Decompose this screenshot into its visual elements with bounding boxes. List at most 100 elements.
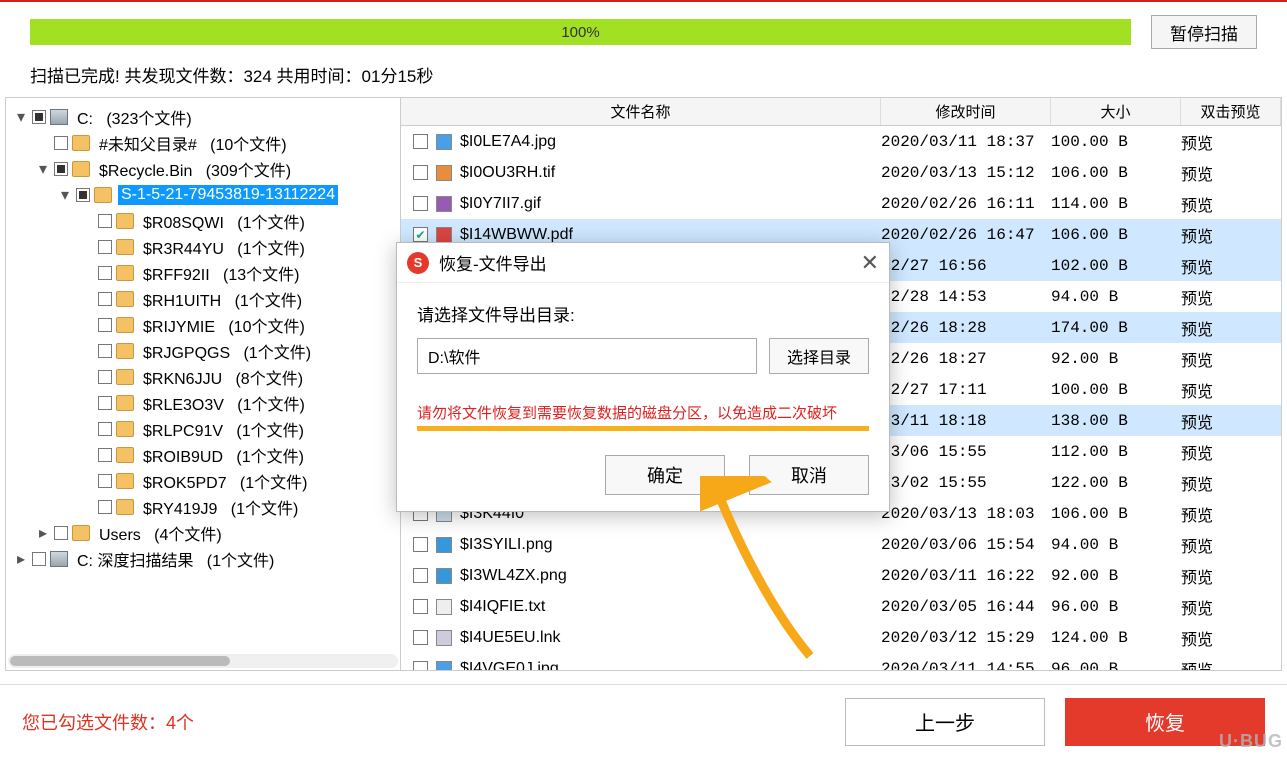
row-checkbox[interactable]: [413, 630, 428, 645]
preview-link[interactable]: 预览: [1181, 316, 1281, 340]
tree-checkbox[interactable]: [32, 110, 46, 124]
file-name: $I3SYILI.png: [460, 536, 553, 554]
tree-checkbox[interactable]: [98, 318, 112, 332]
tree-checkbox[interactable]: [54, 162, 68, 176]
preview-link[interactable]: 预览: [1181, 626, 1281, 650]
tree-checkbox[interactable]: [98, 266, 112, 280]
row-checkbox[interactable]: [413, 599, 428, 614]
preview-link[interactable]: 预览: [1181, 161, 1281, 185]
table-row[interactable]: $I4VGE0J.jpg2020/03/11 14:5596.00 B预览: [401, 653, 1281, 670]
file-mtime: 2020/03/13 18:03: [881, 505, 1051, 523]
folder-icon: [116, 265, 134, 281]
preview-link[interactable]: 预览: [1181, 502, 1281, 526]
preview-link[interactable]: 预览: [1181, 347, 1281, 371]
tree-checkbox[interactable]: [54, 526, 68, 540]
tree-checkbox[interactable]: [54, 136, 68, 150]
table-row[interactable]: $I0LE7A4.jpg2020/03/11 18:37100.00 B预览: [401, 126, 1281, 157]
table-row[interactable]: $I4IQFIE.txt2020/03/05 16:4496.00 B预览: [401, 591, 1281, 622]
col-size[interactable]: 大小: [1051, 98, 1181, 125]
table-row[interactable]: $I0Y7II7.gif2020/02/26 16:11114.00 B预览: [401, 188, 1281, 219]
tree-checkbox[interactable]: [98, 448, 112, 462]
preview-link[interactable]: 预览: [1181, 657, 1281, 671]
preview-link[interactable]: 预览: [1181, 254, 1281, 278]
tree-checkbox[interactable]: [32, 552, 46, 566]
tree-item-deep-scan[interactable]: C: 深度扫描结果 (1个文件): [74, 546, 277, 572]
folder-icon: [116, 473, 134, 489]
caret-icon[interactable]: ▸: [14, 549, 28, 569]
close-icon[interactable]: ✕: [861, 250, 879, 276]
tree-checkbox[interactable]: [98, 500, 112, 514]
col-filename[interactable]: 文件名称: [401, 98, 881, 125]
tree-item[interactable]: $RY419J9 (1个文件): [140, 494, 301, 520]
file-name: $I3WL4ZX.png: [460, 567, 567, 585]
table-row[interactable]: $I3SYILI.png2020/03/06 15:5494.00 B预览: [401, 529, 1281, 560]
cancel-button[interactable]: 取消: [749, 455, 869, 495]
tree-item[interactable]: $RFF92II (13个文件): [140, 260, 302, 286]
tree-checkbox[interactable]: [98, 396, 112, 410]
tree-item-users[interactable]: Users (4个文件): [96, 520, 225, 546]
tree-item-c-drive[interactable]: C: (323个文件): [74, 104, 195, 130]
preview-link[interactable]: 预览: [1181, 192, 1281, 216]
tree-item[interactable]: $R3R44YU (1个文件): [140, 234, 308, 260]
tree-item[interactable]: $RLPC91V (1个文件): [140, 416, 307, 442]
previous-step-button[interactable]: 上一步: [845, 698, 1045, 746]
pause-scan-button[interactable]: 暂停扫描: [1151, 15, 1257, 49]
file-mtime: 02/28 14:53: [881, 288, 1051, 306]
tree-checkbox[interactable]: [98, 240, 112, 254]
preview-link[interactable]: 预览: [1181, 378, 1281, 402]
export-path-input[interactable]: [417, 338, 757, 374]
tree-checkbox[interactable]: [98, 474, 112, 488]
tree-item[interactable]: $ROIB9UD (1个文件): [140, 442, 307, 468]
tree-checkbox[interactable]: [98, 214, 112, 228]
preview-link[interactable]: 预览: [1181, 564, 1281, 588]
file-size: 100.00 B: [1051, 133, 1181, 151]
tree-checkbox[interactable]: [98, 422, 112, 436]
file-size: 92.00 B: [1051, 350, 1181, 368]
tree-item[interactable]: $RIJYMIE (10个文件): [140, 312, 308, 338]
tree-item[interactable]: $ROK5PD7 (1个文件): [140, 468, 311, 494]
file-size: 106.00 B: [1051, 226, 1181, 244]
caret-icon[interactable]: ▾: [36, 159, 50, 179]
tree-item[interactable]: $RJGPQGS (1个文件): [140, 338, 314, 364]
browse-button[interactable]: 选择目录: [769, 338, 869, 374]
row-checkbox[interactable]: [413, 196, 428, 211]
tree-item-recycle-bin[interactable]: $Recycle.Bin (309个文件): [96, 156, 294, 182]
preview-link[interactable]: 预览: [1181, 223, 1281, 247]
table-row[interactable]: $I0OU3RH.tif2020/03/13 15:12106.00 B预览: [401, 157, 1281, 188]
row-checkbox[interactable]: [413, 134, 428, 149]
preview-link[interactable]: 预览: [1181, 471, 1281, 495]
tree-item-unknown-parent[interactable]: #未知父目录# (10个文件): [96, 130, 290, 156]
row-checkbox[interactable]: [413, 661, 428, 670]
preview-link[interactable]: 预览: [1181, 285, 1281, 309]
tree-item[interactable]: $RH1UITH (1个文件): [140, 286, 305, 312]
tree-checkbox[interactable]: [98, 292, 112, 306]
tree-checkbox[interactable]: [98, 370, 112, 384]
caret-icon[interactable]: ▸: [36, 523, 50, 543]
row-checkbox[interactable]: [413, 537, 428, 552]
folder-tree[interactable]: ▾ C: (323个文件) #未知父目录# (10个文件) ▾ $Recycle…: [6, 98, 401, 670]
tree-item[interactable]: $RKN6JJU (8个文件): [140, 364, 306, 390]
preview-link[interactable]: 预览: [1181, 440, 1281, 464]
tree-checkbox[interactable]: [76, 188, 90, 202]
preview-link[interactable]: 预览: [1181, 595, 1281, 619]
table-row[interactable]: $I4UE5EU.lnk2020/03/12 15:29124.00 B预览: [401, 622, 1281, 653]
tree-checkbox[interactable]: [98, 344, 112, 358]
col-preview[interactable]: 双击预览: [1181, 98, 1281, 125]
file-name: $I4UE5EU.lnk: [460, 629, 561, 647]
row-checkbox[interactable]: [413, 165, 428, 180]
preview-link[interactable]: 预览: [1181, 409, 1281, 433]
caret-icon[interactable]: ▾: [14, 107, 28, 127]
horizontal-scrollbar[interactable]: [8, 654, 398, 668]
row-checkbox[interactable]: [413, 227, 428, 242]
preview-link[interactable]: 预览: [1181, 533, 1281, 557]
tree-item[interactable]: $R08SQWI (1个文件): [140, 208, 308, 234]
col-mtime[interactable]: 修改时间: [881, 98, 1051, 125]
caret-icon[interactable]: ▾: [58, 185, 72, 205]
row-checkbox[interactable]: [413, 568, 428, 583]
folder-icon: [116, 213, 134, 229]
tree-item-sid-selected[interactable]: S-1-5-21-79453819-13112224: [118, 185, 338, 205]
tree-item[interactable]: $RLE3O3V (1个文件): [140, 390, 308, 416]
preview-link[interactable]: 预览: [1181, 130, 1281, 154]
ok-button[interactable]: 确定: [605, 455, 725, 495]
table-row[interactable]: $I3WL4ZX.png2020/03/11 16:2292.00 B预览: [401, 560, 1281, 591]
